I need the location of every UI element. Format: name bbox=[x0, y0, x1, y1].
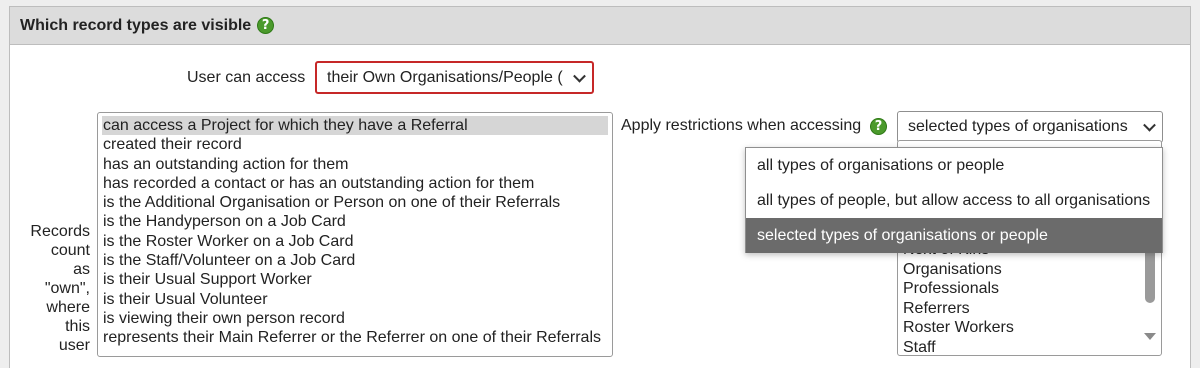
records-label-line: "own", bbox=[44, 280, 90, 297]
listbox-option[interactable]: is viewing their own person record bbox=[102, 309, 608, 328]
restrictions-select-value: selected types of organisations bbox=[908, 118, 1128, 135]
listbox-option[interactable]: can access a Project for which they have… bbox=[102, 116, 608, 136]
dropdown-option[interactable]: selected types of organisations or peopl… bbox=[746, 218, 1162, 253]
panel-title: Which record types are visible bbox=[20, 16, 252, 34]
type-option[interactable]: Professionals bbox=[903, 279, 1143, 299]
chevron-down-icon bbox=[1143, 118, 1156, 132]
user-can-access-label: User can access bbox=[187, 69, 306, 86]
user-can-access-value: their Own Organisations/People ( bbox=[327, 68, 563, 86]
apply-restrictions-label: Apply restrictions when accessing bbox=[621, 117, 862, 134]
scrollbar-thumb[interactable] bbox=[1145, 245, 1155, 303]
user-can-access-select[interactable]: their Own Organisations/People ( bbox=[315, 61, 594, 94]
type-option[interactable]: Roster Workers bbox=[903, 318, 1143, 338]
listbox-option[interactable]: is the Staff/Volunteer on a Job Card bbox=[102, 251, 608, 270]
chevron-down-icon bbox=[573, 69, 586, 83]
restrictions-dropdown-menu: all types of organisations or people all … bbox=[745, 147, 1163, 253]
listbox-option[interactable]: is their Usual Support Worker bbox=[102, 270, 608, 289]
types-list: Next of KinsOrganisationsProfessionalsRe… bbox=[903, 240, 1143, 356]
listbox-option[interactable]: is their Usual Volunteer bbox=[102, 290, 608, 309]
listbox-option[interactable]: has recorded a contact or has an outstan… bbox=[102, 174, 608, 193]
records-own-label: Records count as "own", where this user bbox=[20, 222, 90, 355]
records-label-line: user bbox=[58, 337, 90, 354]
help-icon[interactable]: ? bbox=[870, 118, 887, 135]
records-label-line: Records bbox=[30, 223, 90, 240]
listbox-option[interactable]: represents their Main Referrer or the Re… bbox=[102, 328, 608, 347]
listbox-option[interactable]: created their record bbox=[102, 135, 608, 154]
records-label-line: where bbox=[46, 299, 90, 316]
type-option[interactable]: Staff bbox=[903, 338, 1143, 356]
listbox-option[interactable]: is the Roster Worker on a Job Card bbox=[102, 232, 608, 251]
panel-header: Which record types are visible ? bbox=[10, 7, 1190, 45]
dropdown-option[interactable]: all types of people, but allow access to… bbox=[746, 183, 1162, 218]
restrictions-select[interactable]: selected types of organisations bbox=[897, 111, 1163, 143]
listbox-option[interactable]: is the Additional Organisation or Person… bbox=[102, 193, 608, 212]
records-label-line: as bbox=[73, 261, 90, 278]
own-records-listbox[interactable]: can access a Project for which they have… bbox=[97, 112, 613, 357]
dropdown-option[interactable]: all types of organisations or people bbox=[746, 148, 1162, 183]
help-icon[interactable]: ? bbox=[257, 17, 275, 34]
records-label-line: count bbox=[50, 242, 90, 259]
listbox-option[interactable]: is the Handyperson on a Job Card bbox=[102, 212, 608, 231]
type-option[interactable]: Organisations bbox=[903, 260, 1143, 280]
scroll-down-icon[interactable] bbox=[1144, 333, 1156, 340]
type-option[interactable]: Referrers bbox=[903, 299, 1143, 319]
listbox-option[interactable]: has an outstanding action for them bbox=[102, 155, 608, 174]
records-label-line: this bbox=[65, 318, 90, 335]
